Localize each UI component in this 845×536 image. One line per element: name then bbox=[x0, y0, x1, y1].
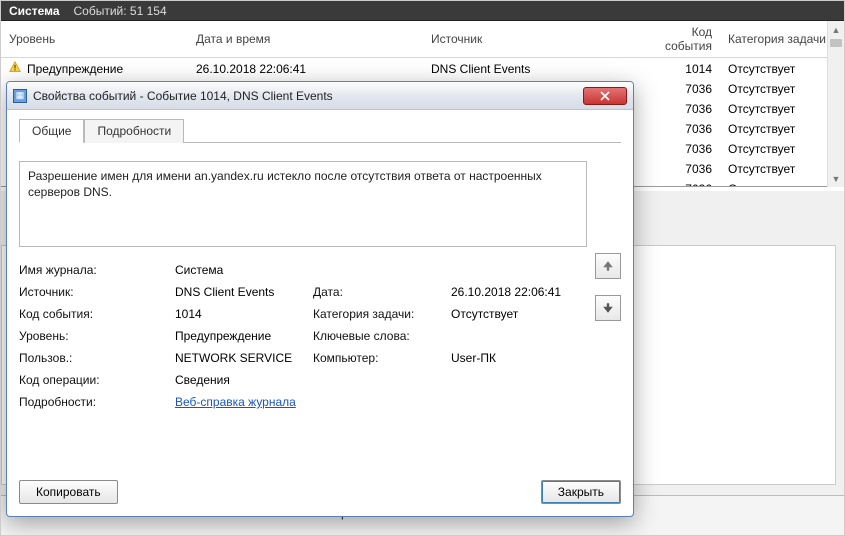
lbl-eventid: Код события: bbox=[19, 307, 167, 321]
val-date: 26.10.2018 22:06:41 bbox=[451, 285, 587, 299]
log-name: Система bbox=[9, 4, 60, 18]
scroll-down-icon[interactable]: ▼ bbox=[828, 170, 844, 187]
copy-button[interactable]: Копировать bbox=[19, 480, 118, 504]
cell-eventid: 1014 bbox=[645, 58, 720, 80]
prev-event-button[interactable] bbox=[595, 253, 621, 279]
link-online-help[interactable]: Веб-справка журнала bbox=[175, 395, 296, 409]
val-eventid: 1014 bbox=[175, 307, 305, 321]
col-level[interactable]: Уровень bbox=[1, 21, 188, 58]
tab-details[interactable]: Подробности bbox=[84, 119, 184, 143]
cell-category: Отсутствует bbox=[720, 79, 844, 99]
table-header-row: Уровень Дата и время Источник Код событи… bbox=[1, 21, 844, 58]
event-properties-dialog: ▦ Свойства событий - Событие 1014, DNS C… bbox=[6, 81, 634, 517]
warning-icon bbox=[9, 61, 21, 76]
lbl-moreinfo: Подробности: bbox=[19, 395, 167, 409]
col-eventid[interactable]: Код события bbox=[645, 21, 720, 58]
scroll-thumb[interactable] bbox=[830, 39, 842, 47]
cell-eventid: 7036 bbox=[645, 179, 720, 187]
tab-general[interactable]: Общие bbox=[19, 119, 84, 143]
val-computer: User-ПК bbox=[451, 351, 587, 365]
dialog-titlebar[interactable]: ▦ Свойства событий - Событие 1014, DNS C… bbox=[7, 82, 633, 110]
close-button[interactable] bbox=[583, 87, 627, 105]
cell-eventid: 7036 bbox=[645, 119, 720, 139]
cell-level: Предупреждение bbox=[27, 62, 123, 76]
cell-category: Отсутствует bbox=[720, 58, 844, 80]
cell-eventid: 7036 bbox=[645, 99, 720, 119]
lbl-taskcat: Категория задачи: bbox=[313, 307, 443, 321]
lbl-user: Пользов.: bbox=[19, 351, 167, 365]
lbl-level: Уровень: bbox=[19, 329, 167, 343]
log-header: Система Событий: 51 154 bbox=[1, 1, 844, 21]
scroll-up-icon[interactable]: ▲ bbox=[828, 21, 844, 38]
close-dialog-button[interactable]: Закрыть bbox=[541, 480, 621, 504]
cell-category: Отсутствует bbox=[720, 179, 844, 187]
cell-datetime: 26.10.2018 22:06:41 bbox=[188, 58, 423, 80]
cell-category: Отсутствует bbox=[720, 139, 844, 159]
val-source: DNS Client Events bbox=[175, 285, 305, 299]
col-source[interactable]: Источник bbox=[423, 21, 645, 58]
cell-eventid: 7036 bbox=[645, 139, 720, 159]
lbl-opcode: Код операции: bbox=[19, 373, 167, 387]
dialog-title: Свойства событий - Событие 1014, DNS Cli… bbox=[33, 89, 583, 103]
app-icon: ▦ bbox=[13, 89, 27, 103]
event-count: Событий: 51 154 bbox=[74, 4, 167, 18]
val-log: Система bbox=[175, 263, 587, 277]
cell-category: Отсутствует bbox=[720, 99, 844, 119]
table-row[interactable]: Предупреждение 26.10.2018 22:06:41DNS Cli… bbox=[1, 58, 844, 80]
cell-eventid: 7036 bbox=[645, 159, 720, 179]
val-level: Предупреждение bbox=[175, 329, 305, 343]
lbl-log: Имя журнала: bbox=[19, 263, 167, 277]
event-description[interactable]: Разрешение имен для имени an.yandex.ru и… bbox=[19, 161, 587, 247]
val-user: NETWORK SERVICE bbox=[175, 351, 305, 365]
dialog-tabs: Общие Подробности bbox=[19, 118, 621, 143]
table-scrollbar[interactable]: ▲ ▼ bbox=[827, 21, 844, 187]
cell-eventid: 7036 bbox=[645, 79, 720, 99]
val-taskcat: Отсутствует bbox=[451, 307, 587, 321]
cell-category: Отсутствует bbox=[720, 119, 844, 139]
cell-category: Отсутствует bbox=[720, 159, 844, 179]
lbl-keywords: Ключевые слова: bbox=[313, 329, 443, 343]
lbl-source: Источник: bbox=[19, 285, 167, 299]
val-opcode: Сведения bbox=[175, 373, 587, 387]
col-datetime[interactable]: Дата и время bbox=[188, 21, 423, 58]
cell-source: DNS Client Events bbox=[423, 58, 645, 80]
lbl-date: Дата: bbox=[313, 285, 443, 299]
next-event-button[interactable] bbox=[595, 295, 621, 321]
lbl-computer: Компьютер: bbox=[313, 351, 443, 365]
col-task-category[interactable]: Категория задачи bbox=[720, 21, 844, 58]
